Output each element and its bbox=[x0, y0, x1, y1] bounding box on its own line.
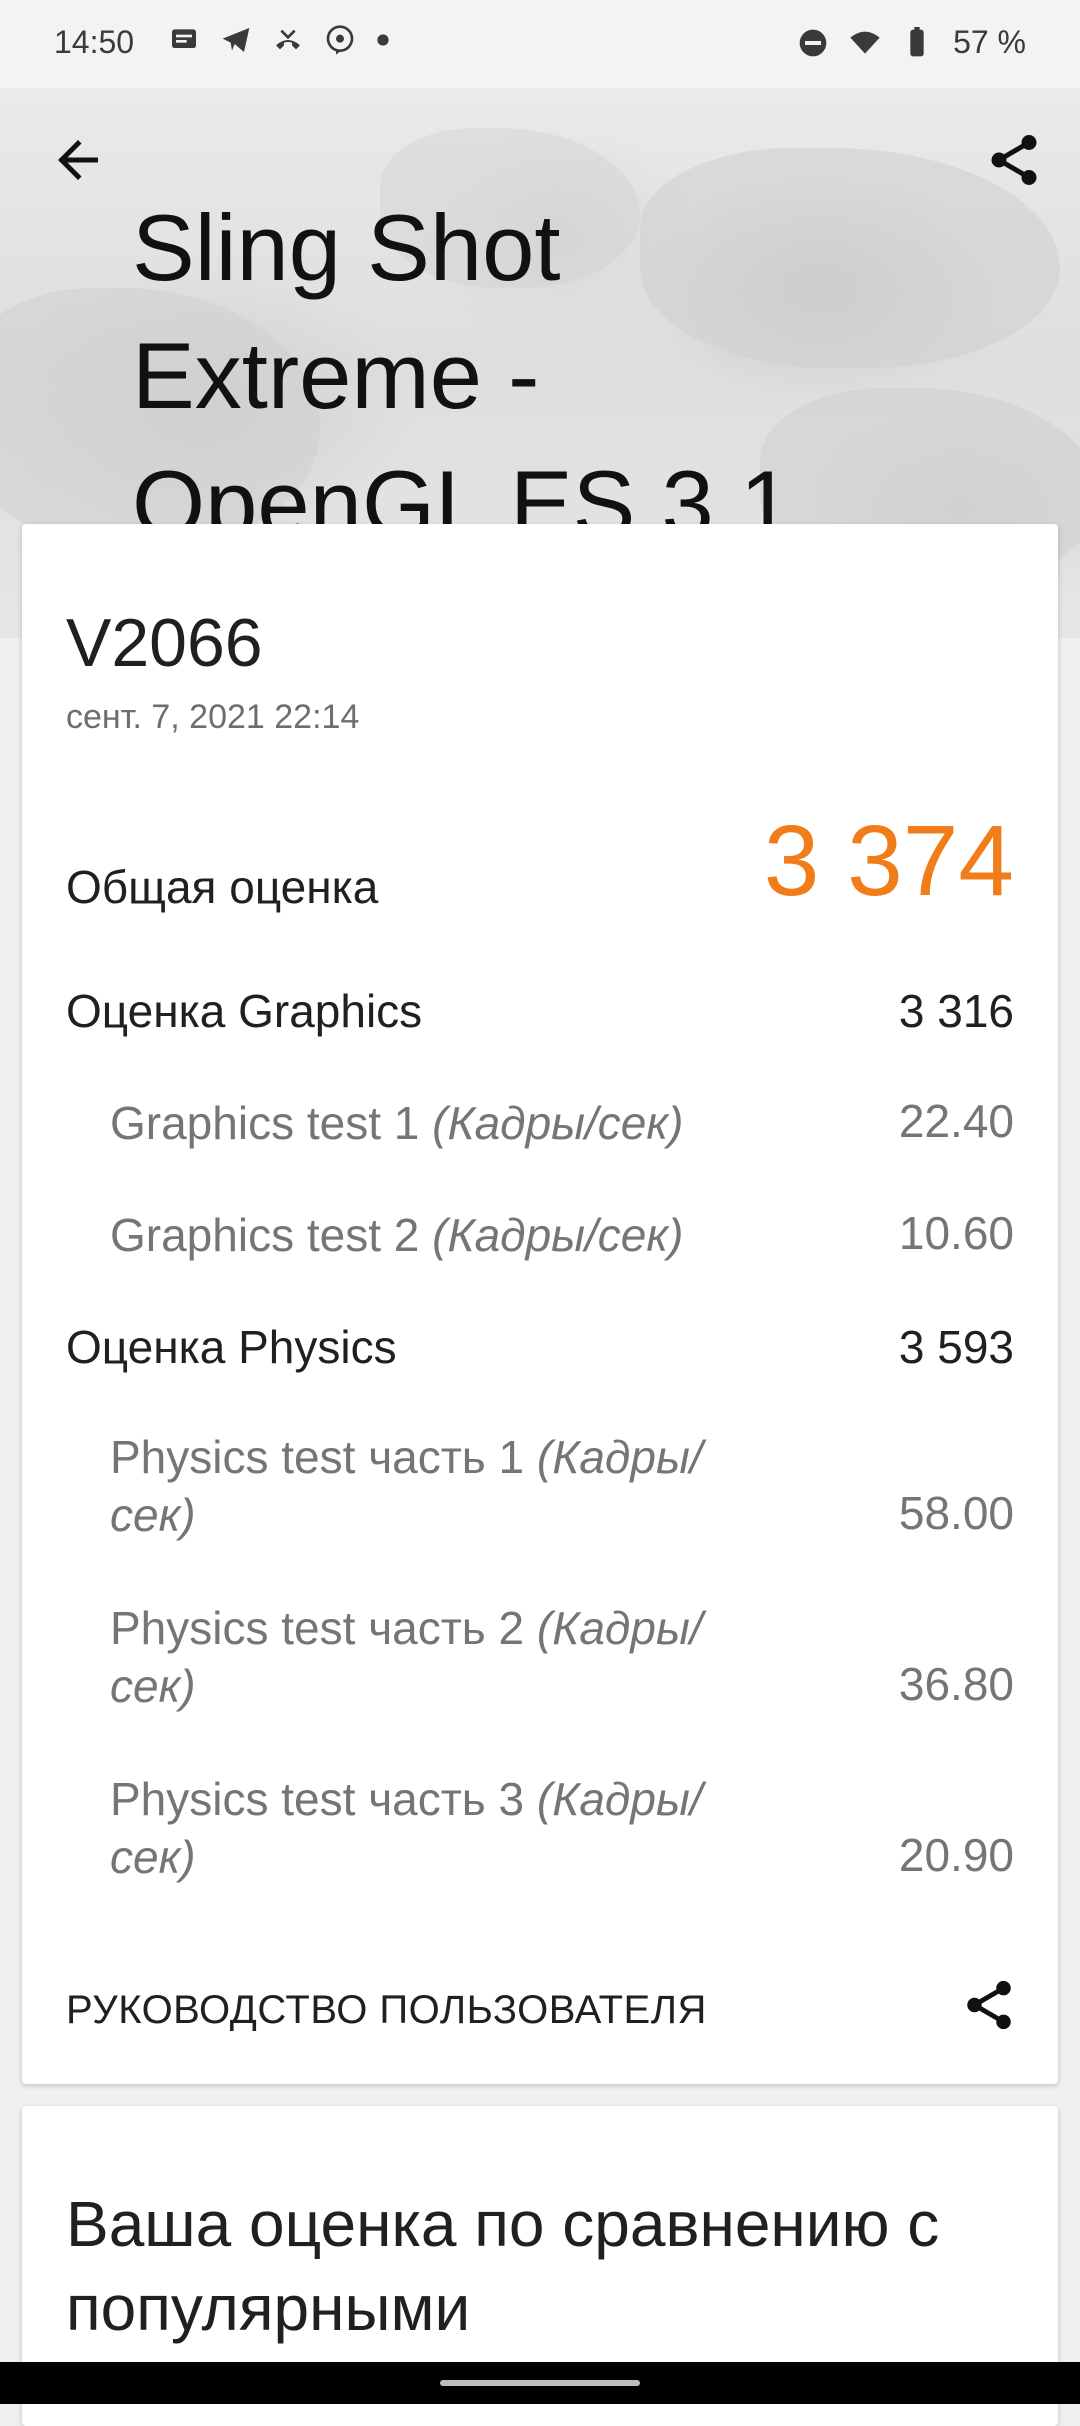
navigation-bar bbox=[0, 2362, 1080, 2404]
test-label: Physics test часть 2 bbox=[110, 1602, 525, 1654]
share-icon[interactable] bbox=[960, 1976, 1018, 2034]
viber-icon bbox=[326, 25, 354, 55]
overall-score-value: 3 374 bbox=[763, 805, 1014, 917]
battery-icon bbox=[910, 26, 924, 56]
test-label: Physics test часть 3 bbox=[110, 1773, 525, 1825]
graphics-score-value: 3 316 bbox=[898, 985, 1014, 1037]
test-value: 36.80 bbox=[898, 1658, 1014, 1710]
test-unit: (Кадры/сек) bbox=[432, 1209, 684, 1261]
battery-percent: 57 % bbox=[953, 24, 1026, 60]
comparison-title: Ваша оценка по сравнению с популярными bbox=[66, 2188, 940, 2344]
test-label: Graphics test 2 bbox=[110, 1209, 420, 1261]
missed-call-icon bbox=[276, 29, 300, 50]
share-icon[interactable] bbox=[984, 130, 1044, 190]
status-time: 14:50 bbox=[54, 24, 135, 60]
physics-score-value: 3 593 bbox=[898, 1321, 1014, 1373]
message-icon bbox=[172, 29, 196, 48]
telegram-icon bbox=[222, 28, 250, 52]
test-value: 20.90 bbox=[898, 1829, 1014, 1881]
test-value: 22.40 bbox=[898, 1095, 1014, 1147]
overall-score-label: Общая оценка bbox=[66, 861, 379, 913]
system-icons: 57 % bbox=[797, 24, 1026, 61]
user-guide-link[interactable]: РУКОВОДСТВО ПОЛЬЗОВАТЕЛЯ bbox=[66, 1988, 707, 2033]
test-date: сент. 7, 2021 22:14 bbox=[66, 698, 360, 736]
device-name: V2066 bbox=[66, 605, 263, 681]
physics-score-label: Оценка Physics bbox=[66, 1321, 397, 1373]
test-label: Graphics test 1 bbox=[110, 1097, 420, 1149]
wifi-icon bbox=[850, 31, 880, 54]
do-not-disturb-icon bbox=[799, 29, 827, 56]
graphics-score-label: Оценка Graphics bbox=[66, 985, 423, 1037]
test-value: 10.60 bbox=[898, 1207, 1014, 1259]
page-title: Sling Shot Extreme - OpenGL ES 3.1 bbox=[132, 195, 793, 556]
home-gesture-handle[interactable] bbox=[440, 2380, 640, 2386]
dot-icon bbox=[377, 34, 389, 46]
back-arrow-icon[interactable] bbox=[48, 130, 108, 190]
result-card: V2066 сент. 7, 2021 22:14 Общая оценка 3… bbox=[22, 524, 1058, 2084]
notification-icons bbox=[168, 24, 390, 56]
test-value: 58.00 bbox=[898, 1487, 1014, 1539]
test-unit: (Кадры/сек) bbox=[432, 1097, 684, 1149]
status-bar: 14:50 57 % bbox=[0, 0, 1080, 88]
test-label: Physics test часть 1 bbox=[110, 1431, 525, 1483]
